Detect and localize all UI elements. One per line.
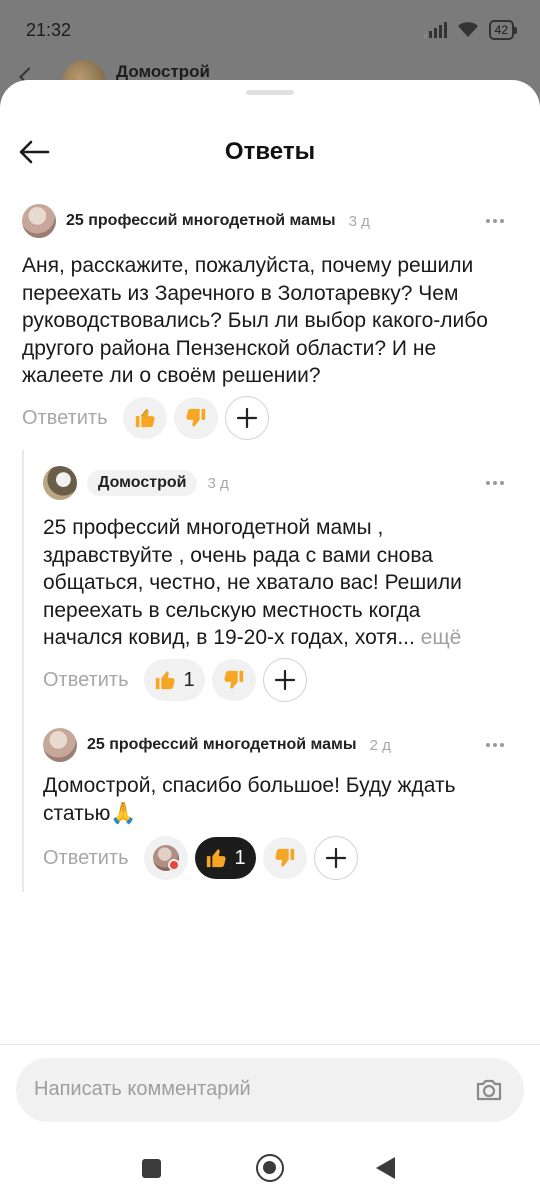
battery-icon: 42 [488, 20, 518, 40]
thread-line [22, 450, 24, 892]
like-count: 1 [234, 846, 246, 869]
comment-text-body: 25 профессий многодетной мамы , здравств… [43, 516, 462, 649]
like-button[interactable] [122, 397, 167, 439]
plus-icon [325, 847, 346, 869]
comment-text: Аня, расскажите, пожалуйста, почему реши… [22, 254, 488, 387]
comment-input-placeholder: Написать комментарий [34, 1078, 251, 1100]
add-reaction-button[interactable] [313, 836, 358, 880]
recents-icon[interactable] [142, 1159, 161, 1178]
sheet-header: Ответы [0, 116, 540, 186]
comment-text: Домострой, спасибо большое! Буду ждать с… [43, 772, 503, 827]
thumbs-down-icon [275, 848, 294, 867]
system-nav-bar [0, 1140, 540, 1200]
sheet-grabber[interactable] [246, 90, 294, 95]
comment-actions: Ответить 1 [43, 658, 307, 702]
comment-text-body: Домострой, спасибо большое! Буду ждать с… [43, 774, 456, 825]
more-options-icon[interactable] [486, 481, 504, 485]
reply-button[interactable]: Ответить [43, 847, 129, 870]
comment-actions: Ответить [22, 396, 269, 440]
comment-age: 2 д [369, 736, 391, 754]
comment-age: 3 д [348, 212, 370, 230]
comment-header: 25 профессий многодетной мамы 2 д [43, 728, 391, 762]
plus-icon [236, 407, 257, 429]
comment-author[interactable]: 25 профессий многодетной мамы [87, 736, 357, 754]
add-reaction-button[interactable] [224, 396, 269, 440]
replies-sheet: Ответы 25 профессий многодетной мамы 3 д… [0, 80, 540, 1200]
thumbs-up-icon [135, 409, 155, 428]
reply-button[interactable]: Ответить [22, 407, 108, 430]
composer-divider [0, 1044, 540, 1045]
comment-author-badge[interactable]: Домострой [87, 470, 198, 496]
comment-text: 25 профессий многодетной мамы , здравств… [43, 514, 503, 652]
comment-input[interactable]: Написать комментарий [16, 1058, 524, 1122]
dislike-button[interactable] [173, 397, 218, 439]
back-triangle-icon[interactable] [376, 1157, 395, 1179]
page-title: Ответы [224, 138, 316, 165]
pray-emoji-icon: 🙏 [110, 801, 137, 825]
camera-icon[interactable] [474, 1075, 504, 1105]
reply-button[interactable]: Ответить [43, 669, 129, 692]
thumbs-up-icon [206, 849, 226, 868]
add-reaction-button[interactable] [262, 658, 307, 702]
status-time: 21:32 [26, 19, 72, 40]
more-options-icon[interactable] [486, 743, 504, 747]
like-count: 1 [183, 668, 195, 691]
status-icons: 42 [423, 20, 518, 40]
like-button-active[interactable]: 1 [194, 837, 256, 879]
avatar[interactable] [43, 466, 77, 500]
background-channel-title: Домострой [116, 62, 210, 81]
dislike-button[interactable] [211, 659, 256, 701]
heart-icon [167, 859, 180, 871]
thumbs-up-icon [155, 671, 175, 690]
signal-icon [423, 22, 447, 38]
thumbs-down-icon [185, 408, 205, 427]
comment-actions: Ответить 1 [43, 836, 358, 880]
dislike-button[interactable] [262, 837, 307, 879]
more-options-icon[interactable] [486, 219, 504, 223]
comment-age: 3 д [207, 474, 229, 492]
avatar[interactable] [22, 204, 56, 238]
comment-header: Домострой 3 д [43, 466, 229, 500]
plus-icon [274, 669, 295, 691]
thumbs-down-icon [224, 670, 243, 689]
reactor-avatar[interactable] [143, 836, 188, 880]
avatar[interactable] [43, 728, 77, 762]
comment-author[interactable]: 25 профессий многодетной мамы [66, 212, 336, 230]
status-bar: 21:32 42 [0, 0, 540, 60]
show-more-link[interactable]: ещё [421, 626, 462, 649]
home-icon[interactable] [256, 1154, 284, 1182]
like-button[interactable]: 1 [143, 659, 205, 701]
wifi-icon [457, 22, 478, 37]
comment-header: 25 профессий многодетной мамы 3 д [22, 204, 370, 238]
